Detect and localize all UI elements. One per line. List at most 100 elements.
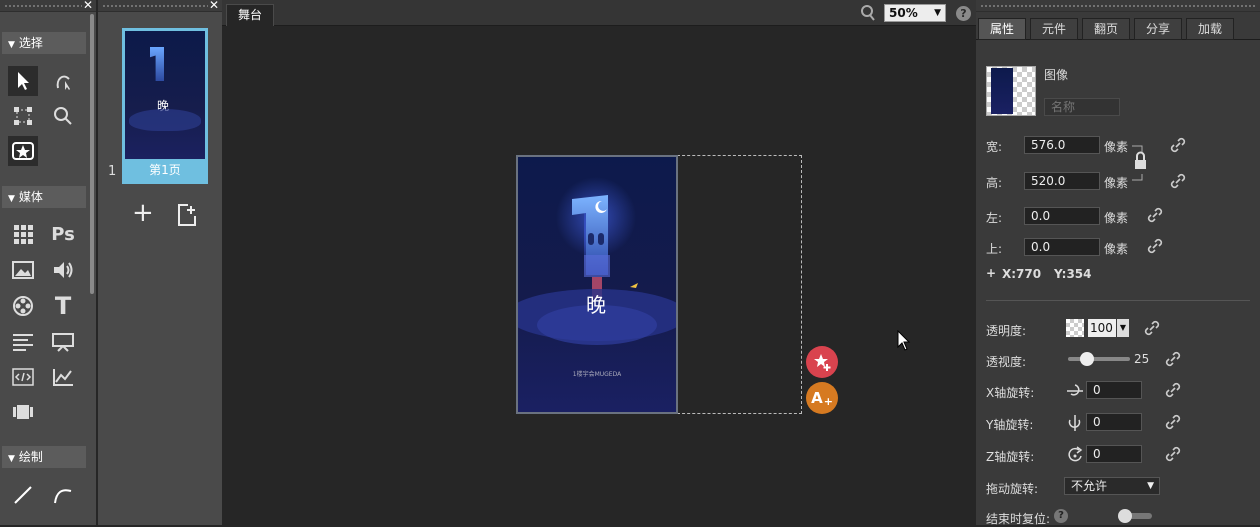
- opacity-label: 透明度:: [986, 324, 1027, 338]
- properties-panel: 属性 元件 翻页 分享 加载 图像 宽: 576.0 像素 高: 520.0 像…: [976, 0, 1260, 526]
- section-select-label: 选择: [18, 36, 43, 50]
- close-icon[interactable]: ✕: [209, 0, 219, 12]
- image-tool[interactable]: [8, 255, 38, 285]
- link-icon[interactable]: [1147, 238, 1163, 254]
- page-number: 1: [108, 164, 117, 179]
- left-input[interactable]: 0.0: [1024, 207, 1100, 225]
- add-text-effect-button[interactable]: A +: [806, 382, 838, 414]
- section-media[interactable]: ▼ 媒体: [2, 186, 86, 208]
- thumbnail-label: 第1页: [149, 163, 181, 177]
- section-media-label: 媒体: [18, 190, 43, 204]
- top-input[interactable]: 0.0: [1024, 238, 1100, 256]
- drag-rotate-value: 不允许: [1071, 479, 1108, 493]
- zoom-select[interactable]: 50% ▼: [884, 4, 946, 22]
- y-rotate-icon: [1068, 415, 1081, 431]
- selection-bounds[interactable]: [677, 155, 802, 414]
- stage-image[interactable]: 晚 1楼宇会MUGEDA: [516, 155, 678, 414]
- tab-share[interactable]: 分享: [1134, 18, 1182, 40]
- search-button[interactable]: [860, 4, 876, 25]
- tab-properties[interactable]: 属性: [978, 18, 1026, 40]
- page-thumbnail[interactable]: 晚 第1页: [122, 28, 208, 184]
- reset-on-end-toggle[interactable]: [1118, 509, 1152, 523]
- link-icon[interactable]: [1147, 207, 1163, 223]
- paragraph-icon: [13, 334, 33, 351]
- width-input[interactable]: 576.0: [1024, 136, 1100, 154]
- element-type-label: 图像: [1044, 68, 1069, 82]
- properties-panel-grip[interactable]: [976, 0, 1260, 12]
- chevron-down-icon: ▼: [1147, 481, 1154, 491]
- transform-tool[interactable]: [8, 101, 38, 131]
- code-tool[interactable]: [8, 362, 38, 392]
- help-button[interactable]: ?: [1054, 509, 1068, 523]
- video-tool[interactable]: [8, 291, 38, 321]
- x-coordinate: X:770: [1002, 267, 1042, 281]
- drag-rotate-select[interactable]: 不允许 ▼: [1064, 477, 1160, 495]
- paragraph-tool[interactable]: [8, 327, 38, 357]
- add-page-button[interactable]: +: [132, 200, 154, 226]
- special-effect-tool[interactable]: [8, 136, 38, 166]
- link-icon[interactable]: [1165, 414, 1181, 430]
- section-select[interactable]: ▼ 选择: [2, 32, 86, 54]
- link-icon[interactable]: [1144, 320, 1160, 336]
- perspective-value: 25: [1134, 352, 1150, 366]
- grid-tool[interactable]: [8, 219, 38, 249]
- tab-components[interactable]: 元件: [1030, 18, 1078, 40]
- chevron-down-icon: ▼: [934, 8, 941, 18]
- section-draw[interactable]: ▼ 绘制: [2, 446, 86, 468]
- thumbnail-image: 晚: [125, 31, 205, 159]
- height-input[interactable]: 520.0: [1024, 172, 1100, 190]
- aspect-lock-icon[interactable]: [1132, 144, 1148, 184]
- tools-scrollbar[interactable]: [90, 14, 94, 294]
- slider-handle[interactable]: [1079, 352, 1094, 366]
- pages-panel-grip[interactable]: ✕: [98, 0, 222, 12]
- plus-icon: +: [823, 394, 833, 408]
- link-icon[interactable]: [1170, 173, 1186, 189]
- star-plus-icon: [814, 354, 831, 371]
- opacity-input[interactable]: 100: [1088, 319, 1116, 337]
- tab-page-turn[interactable]: 翻页: [1082, 18, 1130, 40]
- perspective-slider[interactable]: [1068, 352, 1130, 366]
- node-edit-icon: [56, 75, 70, 90]
- text-tool[interactable]: T: [48, 291, 78, 321]
- curve-icon: [54, 489, 72, 504]
- tab-stage[interactable]: 舞台: [226, 4, 274, 26]
- tools-panel-grip[interactable]: ✕: [0, 0, 96, 12]
- presentation-tool[interactable]: [48, 327, 78, 357]
- line-tool[interactable]: [8, 480, 38, 510]
- add-effect-button[interactable]: [806, 346, 838, 378]
- link-icon[interactable]: [1170, 137, 1186, 153]
- z-rotation-label: Z轴旋转:: [986, 450, 1035, 464]
- link-icon[interactable]: [1165, 446, 1181, 462]
- properties-tabs: 属性 元件 翻页 分享 加载: [976, 14, 1260, 40]
- z-rotation-input[interactable]: 0: [1086, 445, 1142, 463]
- name-input[interactable]: [1044, 98, 1120, 116]
- stage-area[interactable]: 舞台 50% ▼ ? 晚 1楼宇会MUGEDA A +: [222, 0, 976, 525]
- left-unit: 像素: [1104, 211, 1129, 225]
- node-edit-tool[interactable]: [48, 66, 78, 96]
- curve-tool[interactable]: [48, 480, 78, 510]
- slideshow-tool[interactable]: [8, 397, 38, 427]
- link-icon[interactable]: [1165, 351, 1181, 367]
- reset-on-end-label: 结束时复位:: [986, 512, 1051, 526]
- width-label: 宽:: [986, 140, 1003, 154]
- zoom-tool[interactable]: [48, 101, 78, 131]
- add-page-copy-button[interactable]: [174, 202, 200, 231]
- chart-tool[interactable]: [48, 362, 78, 392]
- photoshop-import-tool[interactable]: Ps: [48, 219, 78, 249]
- pages-panel: ✕ 1 晚 第1页 +: [98, 0, 222, 525]
- page-add-icon: [178, 204, 196, 226]
- x-rotation-input[interactable]: 0: [1086, 381, 1142, 399]
- link-icon[interactable]: [1165, 382, 1181, 398]
- slideshow-icon: [13, 405, 33, 419]
- arrow-select-tool[interactable]: [8, 66, 38, 96]
- zoom-value: 50%: [889, 6, 918, 20]
- y-rotation-label: Y轴旋转:: [986, 418, 1034, 432]
- y-rotation-input[interactable]: 0: [1086, 413, 1142, 431]
- chevron-down-icon[interactable]: ▼: [1117, 319, 1129, 337]
- toggle-handle[interactable]: [1118, 509, 1132, 523]
- audio-tool[interactable]: [48, 255, 78, 285]
- stage-toolbar: 舞台 50% ▼ ?: [222, 0, 976, 26]
- close-icon[interactable]: ✕: [83, 0, 93, 12]
- tab-loading[interactable]: 加载: [1186, 18, 1234, 40]
- help-button[interactable]: ?: [956, 6, 971, 21]
